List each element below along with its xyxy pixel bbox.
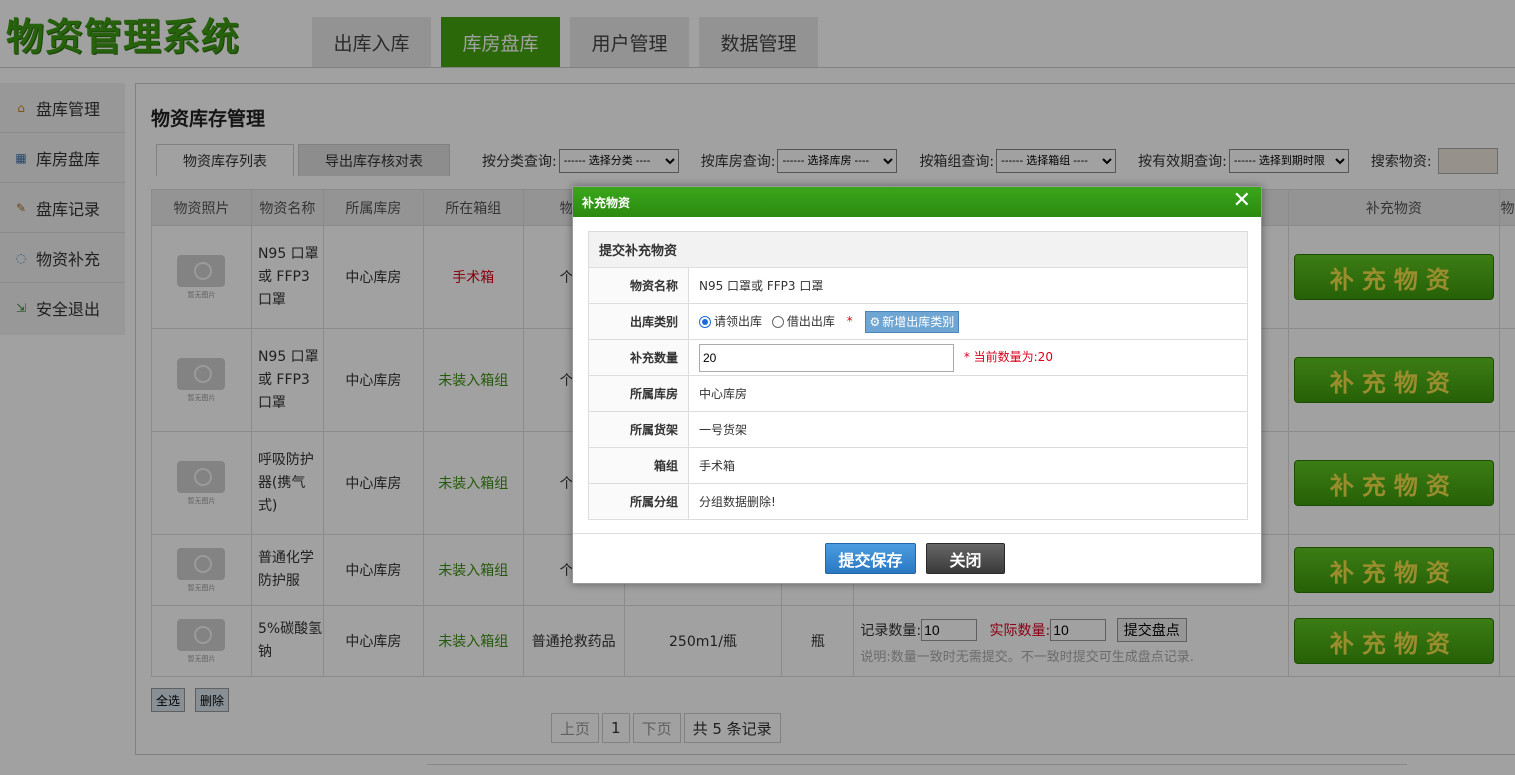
qty-hint: * 当前数量为:20 [963,350,1053,364]
qty-cell: * 当前数量为:20 [688,339,1248,376]
supplement-dialog: 补充物资 ✕ 提交补充物资 物资名称 N95 口罩或 FFP3 口罩 出库类别 … [572,186,1262,584]
box-value: 手术箱 [688,447,1248,484]
shelf-label: 所属货架 [588,411,689,448]
radio-requisition-label: 请领出库 [714,314,763,328]
qty-label: 补充数量 [588,339,689,376]
add-category-label: 新增出库类别 [882,315,955,329]
type-label: 出库类别 [588,303,689,340]
warehouse-label: 所属库房 [588,375,689,412]
supplement-form: 提交补充物资 物资名称 N95 口罩或 FFP3 口罩 出库类别 请领出库 借出… [588,231,1248,520]
name-value: N95 口罩或 FFP3 口罩 [688,267,1248,304]
name-label: 物资名称 [588,267,689,304]
box-label: 箱组 [588,447,689,484]
shelf-value: 一号货架 [688,411,1248,448]
gear-icon: ⚙ [869,314,881,329]
save-button[interactable]: 提交保存 [825,543,916,574]
radio-lend[interactable] [771,315,784,328]
group-label: 所属分组 [588,483,689,520]
form-section-title: 提交补充物资 [588,231,1248,268]
warehouse-value: 中心库房 [688,375,1248,412]
divider [427,764,1407,765]
dialog-header: 补充物资 ✕ [573,187,1261,217]
close-button[interactable]: 关闭 [926,543,1005,574]
close-icon[interactable]: ✕ [1233,190,1251,212]
radio-requisition[interactable] [699,315,711,328]
add-category-button[interactable]: ⚙ 新增出库类别 [864,310,960,333]
dialog-title: 补充物资 [582,195,631,210]
radio-lend-label: 借出出库 [786,314,835,328]
required-mark: * [846,314,853,328]
group-value: 分组数据删除! [688,483,1248,520]
quantity-input[interactable] [699,343,954,372]
dialog-footer-divider [573,533,1261,534]
type-options: 请领出库 借出出库 * ⚙ 新增出库类别 [688,303,1248,340]
